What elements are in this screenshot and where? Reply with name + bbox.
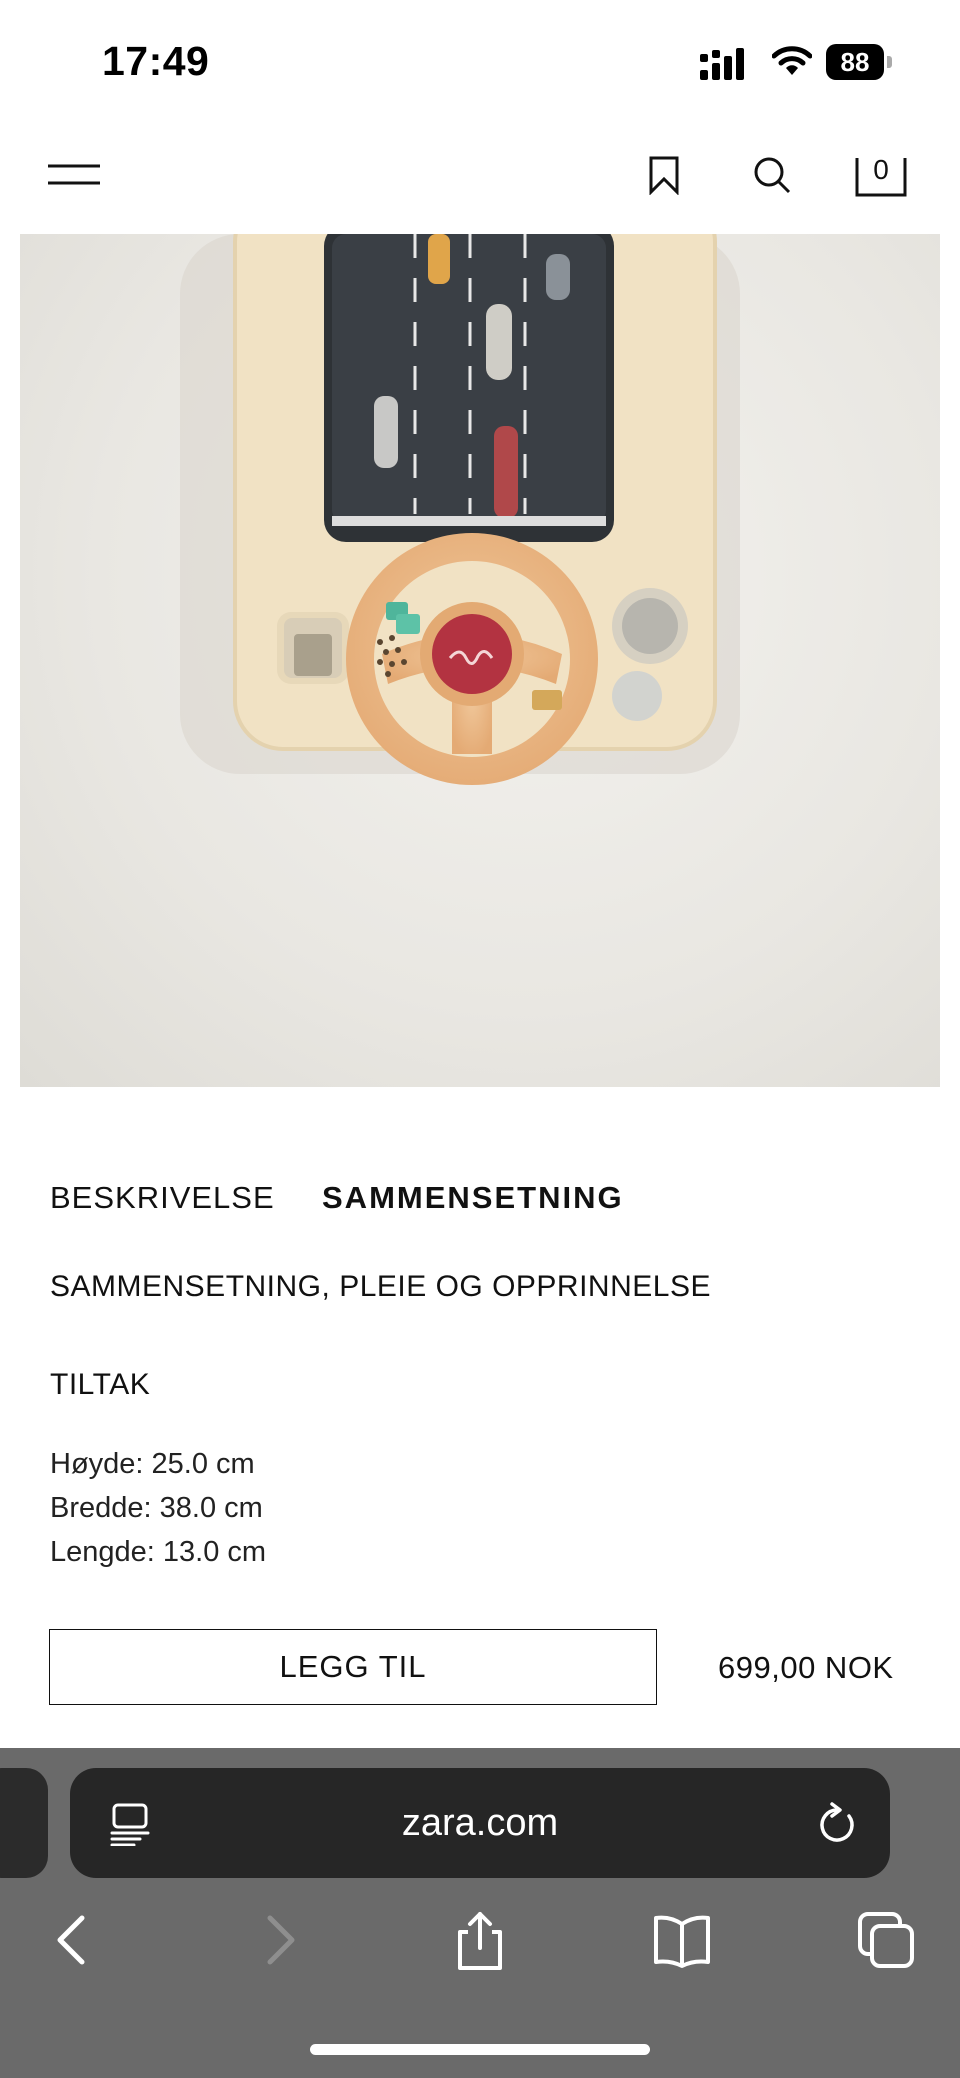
bag-count: 0 [873,154,889,185]
reload-icon[interactable] [816,1802,858,1846]
home-indicator [310,2044,650,2055]
product-image[interactable] [20,234,940,1087]
tabs-icon[interactable] [856,1910,916,1970]
status-time: 17:49 [102,38,210,84]
product-price: 699,00 NOK [718,1650,894,1685]
shopping-bag-icon[interactable]: 0 [854,154,908,198]
dimension-length: Lengde: 13.0 cm [50,1536,267,1568]
tab-description[interactable]: BESKRIVELSE [50,1180,275,1216]
wifi-icon [772,46,812,75]
bookmarks-icon[interactable] [652,1910,712,1970]
add-to-cart-button[interactable]: LEGG TIL [49,1629,657,1705]
dimension-height: Høyde: 25.0 cm [50,1448,255,1480]
menu-icon[interactable] [48,163,100,187]
bookmark-icon[interactable] [646,155,682,195]
url-text[interactable]: zara.com [70,1768,890,1878]
dimension-width: Bredde: 38.0 cm [50,1492,263,1524]
address-bar[interactable]: zara.com [70,1768,890,1878]
forward-icon[interactable] [250,1910,310,1970]
signal-icon [700,48,744,80]
battery-level: 88 [826,44,884,80]
previous-tab-peek[interactable] [0,1768,48,1878]
composition-care-origin-link[interactable]: SAMMENSETNING, PLEIE OG OPPRINNELSE [50,1270,711,1304]
reader-icon[interactable] [110,1802,150,1846]
tab-composition[interactable]: SAMMENSETNING [322,1180,624,1216]
battery-icon: 88 [826,44,892,82]
measures-heading: TILTAK [50,1368,151,1401]
search-icon[interactable] [752,155,792,195]
back-icon[interactable] [42,1910,102,1970]
share-icon[interactable] [450,1910,510,1970]
